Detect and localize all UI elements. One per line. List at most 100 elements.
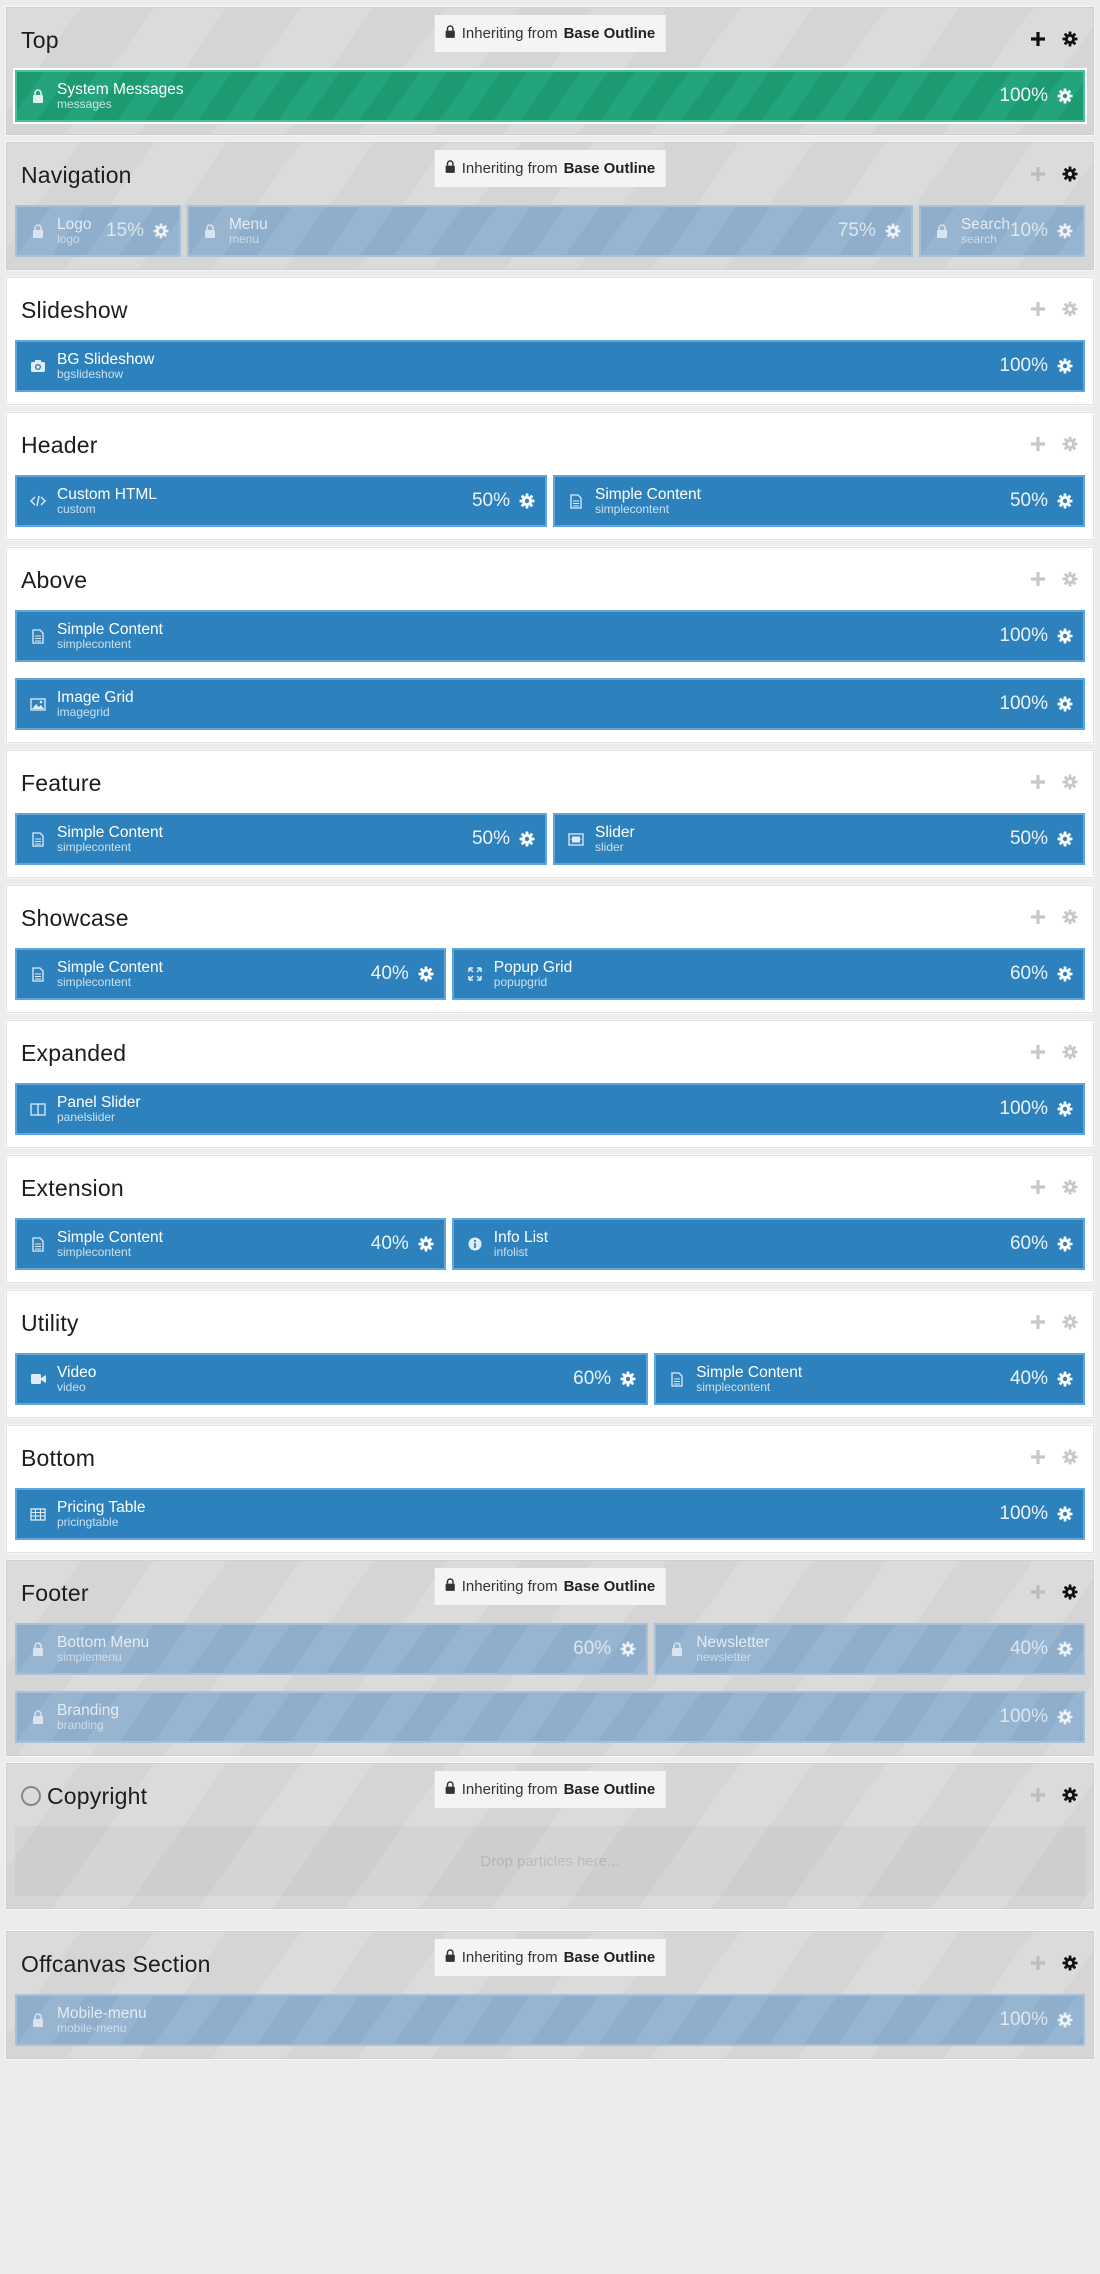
inheritance-badge[interactable]: Inheriting from Base Outline <box>434 150 666 187</box>
section-bottom: Bottom Pricing Table pricingtable 100% <box>6 1425 1094 1553</box>
particle-settings-icon[interactable] <box>1057 696 1073 712</box>
particle-text: Slider slider <box>595 824 635 854</box>
particle-settings-icon[interactable] <box>1057 831 1073 847</box>
particle-text: Simple Content simplecontent <box>696 1364 802 1394</box>
particle-type: simplecontent <box>696 1379 771 1394</box>
particle-controls: 100% <box>999 85 1073 107</box>
particle-imagegrid[interactable]: Image Grid imagegrid 100% <box>15 678 1085 730</box>
inheritance-badge[interactable]: Inheriting from Base Outline <box>434 1771 666 1808</box>
add-row-button[interactable] <box>1027 1581 1049 1603</box>
particle-branding[interactable]: Branding branding 100% <box>15 1691 1085 1743</box>
info-icon <box>466 1235 484 1253</box>
particle-pricingtable[interactable]: Pricing Table pricingtable 100% <box>15 1488 1085 1540</box>
particle-logo[interactable]: Logo logo 15% <box>15 205 181 257</box>
particle-settings-icon[interactable] <box>1057 1709 1073 1725</box>
particle-settings-icon[interactable] <box>1057 1236 1073 1252</box>
particle-settings-icon[interactable] <box>1057 1101 1073 1117</box>
particle-settings-icon[interactable] <box>620 1641 636 1657</box>
particle-simplecontent[interactable]: Simple Content simplecontent 50% <box>553 475 1085 527</box>
add-row-button[interactable] <box>1027 1784 1049 1806</box>
particle-settings-icon[interactable] <box>418 1236 434 1252</box>
grid-row: Video video 60% Simple Content simplecontent… <box>15 1353 1085 1405</box>
particle-type: simplemenu <box>57 1649 122 1664</box>
particle-settings-icon[interactable] <box>418 966 434 982</box>
particle-settings-icon[interactable] <box>1057 628 1073 644</box>
particle-type: video <box>57 1379 86 1394</box>
particle-simplemenu[interactable]: Bottom Menu simplemenu 60% <box>15 1623 649 1675</box>
particle-video[interactable]: Video video 60% <box>15 1353 649 1405</box>
particle-simplecontent[interactable]: Simple Content simplecontent 100% <box>15 610 1085 662</box>
inheritance-badge[interactable]: Inheriting from Base Outline <box>434 1939 666 1976</box>
particle-simplecontent[interactable]: Simple Content simplecontent 50% <box>15 813 547 865</box>
particle-simplecontent[interactable]: Simple Content simplecontent 40% <box>15 1218 446 1270</box>
particle-bgslideshow[interactable]: BG Slideshow bgslideshow 100% <box>15 340 1085 392</box>
add-row-button[interactable] <box>1027 568 1049 590</box>
section-settings-button[interactable] <box>1059 1446 1081 1468</box>
particle-settings-icon[interactable] <box>1057 493 1073 509</box>
particle-settings-icon[interactable] <box>1057 1371 1073 1387</box>
particle-settings-icon[interactable] <box>885 223 901 239</box>
section-settings-button[interactable] <box>1059 1041 1081 1063</box>
add-row-button[interactable] <box>1027 28 1049 50</box>
add-row-button[interactable] <box>1027 1041 1049 1063</box>
section-settings-button[interactable] <box>1059 1176 1081 1198</box>
section-settings-button[interactable] <box>1059 1581 1081 1603</box>
particle-infolist[interactable]: Info List infolist 60% <box>451 1218 1085 1270</box>
section-settings-button[interactable] <box>1059 1952 1081 1974</box>
particle-slider[interactable]: Slider slider 50% <box>553 813 1085 865</box>
particle-settings-icon[interactable] <box>153 223 169 239</box>
add-row-button[interactable] <box>1027 298 1049 320</box>
particle-popupgrid[interactable]: Popup Grid popupgrid 60% <box>451 948 1085 1000</box>
section-toggle-radio[interactable] <box>21 1786 41 1806</box>
inheritance-badge[interactable]: Inheriting from Base Outline <box>434 15 666 52</box>
particle-width-percent: 100% <box>999 625 1048 646</box>
particle-name: Simple Content <box>57 823 163 841</box>
particle-mobile-menu[interactable]: Mobile-menu mobile-menu 100% <box>15 1994 1085 2046</box>
section-settings-button[interactable] <box>1059 298 1081 320</box>
add-row-button[interactable] <box>1027 163 1049 185</box>
add-row-button[interactable] <box>1027 771 1049 793</box>
section-settings-button[interactable] <box>1059 1784 1081 1806</box>
section-navigation: Navigation Inheriting from Base Outline Log… <box>6 142 1094 270</box>
particle-panelslider[interactable]: Panel Slider panelslider 100% <box>15 1083 1085 1135</box>
section-title: Slideshow <box>21 296 128 323</box>
drop-zone[interactable]: Drop particles here... <box>15 1826 1085 1896</box>
section-settings-button[interactable] <box>1059 163 1081 185</box>
grid-row: Custom HTML custom 50% Simple Content simple… <box>15 475 1085 527</box>
inheritance-badge[interactable]: Inheriting from Base Outline <box>434 1568 666 1605</box>
lock-icon <box>29 87 47 105</box>
particle-settings-icon[interactable] <box>1057 223 1073 239</box>
particle-menu[interactable]: Menu menu 75% <box>186 205 913 257</box>
add-row-button[interactable] <box>1027 1176 1049 1198</box>
particle-settings-icon[interactable] <box>519 493 535 509</box>
particle-settings-icon[interactable] <box>1057 88 1073 104</box>
section-header: Top Inheriting from Base Outline <box>15 15 1085 64</box>
section-settings-button[interactable] <box>1059 433 1081 455</box>
particle-newsletter[interactable]: Newsletter newsletter 40% <box>654 1623 1085 1675</box>
section-offcanvas-section: Offcanvas Section Inheriting from Base Out… <box>6 1931 1094 2059</box>
particle-controls: 50% <box>1010 828 1073 850</box>
particle-settings-icon[interactable] <box>1057 1641 1073 1657</box>
particle-settings-icon[interactable] <box>1057 966 1073 982</box>
section-settings-button[interactable] <box>1059 906 1081 928</box>
particle-controls: 60% <box>573 1638 636 1660</box>
particle-simplecontent[interactable]: Simple Content simplecontent 40% <box>15 948 446 1000</box>
add-row-button[interactable] <box>1027 1311 1049 1333</box>
particle-simplecontent[interactable]: Simple Content simplecontent 40% <box>654 1353 1085 1405</box>
section-settings-button[interactable] <box>1059 1311 1081 1333</box>
particle-settings-icon[interactable] <box>1057 2012 1073 2028</box>
particle-settings-icon[interactable] <box>519 831 535 847</box>
particle-settings-icon[interactable] <box>620 1371 636 1387</box>
section-settings-button[interactable] <box>1059 568 1081 590</box>
add-row-button[interactable] <box>1027 1446 1049 1468</box>
add-row-button[interactable] <box>1027 1952 1049 1974</box>
section-settings-button[interactable] <box>1059 28 1081 50</box>
section-settings-button[interactable] <box>1059 771 1081 793</box>
add-row-button[interactable] <box>1027 906 1049 928</box>
particle-custom[interactable]: Custom HTML custom 50% <box>15 475 547 527</box>
particle-settings-icon[interactable] <box>1057 358 1073 374</box>
particle-messages[interactable]: System Messages messages 100% <box>15 70 1085 122</box>
particle-search[interactable]: Search search 10% <box>918 205 1085 257</box>
particle-settings-icon[interactable] <box>1057 1506 1073 1522</box>
add-row-button[interactable] <box>1027 433 1049 455</box>
